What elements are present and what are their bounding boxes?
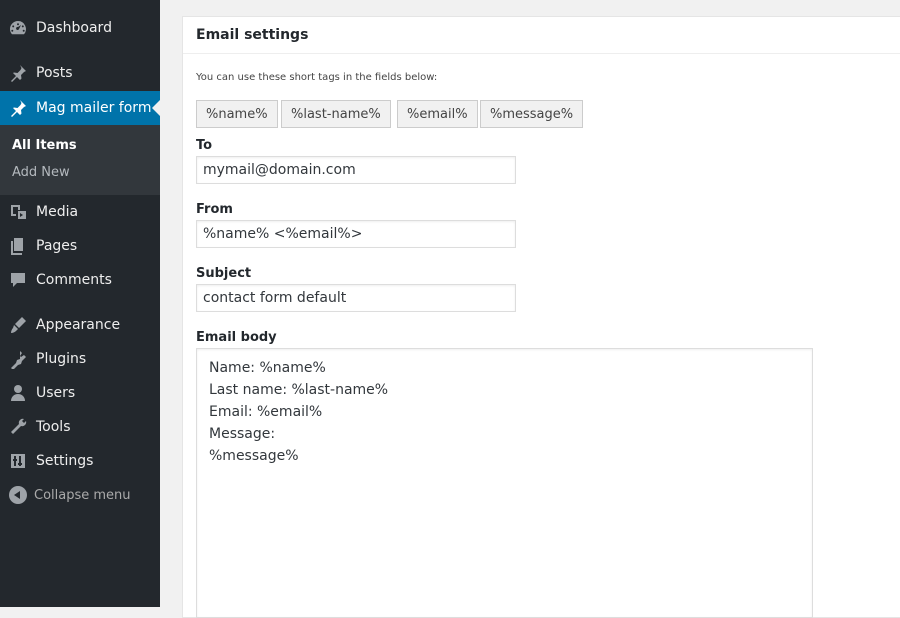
collapse-menu-label: Collapse menu: [34, 487, 131, 503]
sidebar-item-label: Plugins: [36, 351, 87, 367]
submenu-item-add-new[interactable]: Add New: [12, 165, 70, 180]
plugins-icon: [0, 349, 36, 369]
sidebar-item-comments[interactable]: Comments: [0, 263, 160, 297]
pin-icon: [0, 98, 36, 118]
sidebar-item-users[interactable]: Users: [0, 376, 160, 410]
settings-icon: [0, 451, 36, 471]
tools-icon: [0, 417, 36, 437]
to-label: To: [196, 138, 213, 153]
email-body-field[interactable]: Name: %name% Last name: %last-name% Emai…: [196, 348, 813, 618]
active-indicator-arrow: [152, 100, 160, 116]
sidebar-submenu: All Items Add New: [0, 125, 160, 195]
from-field[interactable]: [196, 220, 516, 248]
sidebar-item-label: Posts: [36, 65, 73, 81]
sidebar-item-media[interactable]: Media: [0, 195, 160, 229]
collapse-arrow-icon: [9, 486, 27, 504]
email-body-label: Email body: [196, 330, 277, 345]
pages-icon: [0, 236, 36, 256]
subject-field[interactable]: [196, 284, 516, 312]
media-icon: [0, 202, 36, 222]
short-tag-name[interactable]: %name%: [196, 100, 278, 128]
short-tag-email[interactable]: %email%: [397, 100, 478, 128]
admin-sidebar: Dashboard Posts Mag mailer form All Item…: [0, 0, 160, 607]
subject-label: Subject: [196, 266, 252, 281]
dashboard-icon: [0, 18, 36, 38]
short-tag-message[interactable]: %message%: [480, 100, 584, 128]
panel-header: Email settings: [183, 17, 900, 54]
sidebar-item-label: Users: [36, 385, 76, 401]
collapse-menu-button[interactable]: Collapse menu: [0, 482, 160, 508]
sidebar-item-dashboard[interactable]: Dashboard: [0, 11, 160, 45]
pin-icon: [0, 63, 36, 83]
sidebar-item-label: Media: [36, 204, 79, 220]
sidebar-item-pages[interactable]: Pages: [0, 229, 160, 263]
appearance-icon: [0, 315, 36, 335]
sidebar-item-label: Tools: [36, 419, 71, 435]
panel-title: Email settings: [196, 27, 309, 43]
comments-icon: [0, 270, 36, 290]
sidebar-item-label: Dashboard: [36, 20, 112, 36]
sidebar-item-plugins[interactable]: Plugins: [0, 342, 160, 376]
sidebar-item-tools[interactable]: Tools: [0, 410, 160, 444]
sidebar-item-posts[interactable]: Posts: [0, 56, 160, 90]
sidebar-item-label: Pages: [36, 238, 78, 254]
to-field[interactable]: [196, 156, 516, 184]
sidebar-item-label: Settings: [36, 453, 94, 469]
users-icon: [0, 383, 36, 403]
email-settings-panel: Email settings You can use these short t…: [182, 16, 900, 618]
short-tag-last-name[interactable]: %last-name%: [281, 100, 391, 128]
from-label: From: [196, 202, 233, 217]
submenu-item-all-items[interactable]: All Items: [12, 138, 77, 153]
sidebar-item-mag-mailer-form[interactable]: Mag mailer form: [0, 91, 160, 125]
short-tags-hint: You can use these short tags in the fiel…: [196, 72, 438, 83]
sidebar-item-label: Mag mailer form: [36, 100, 152, 116]
sidebar-item-appearance[interactable]: Appearance: [0, 308, 160, 342]
sidebar-item-label: Appearance: [36, 317, 121, 333]
sidebar-item-settings[interactable]: Settings: [0, 444, 160, 478]
sidebar-item-label: Comments: [36, 272, 112, 288]
